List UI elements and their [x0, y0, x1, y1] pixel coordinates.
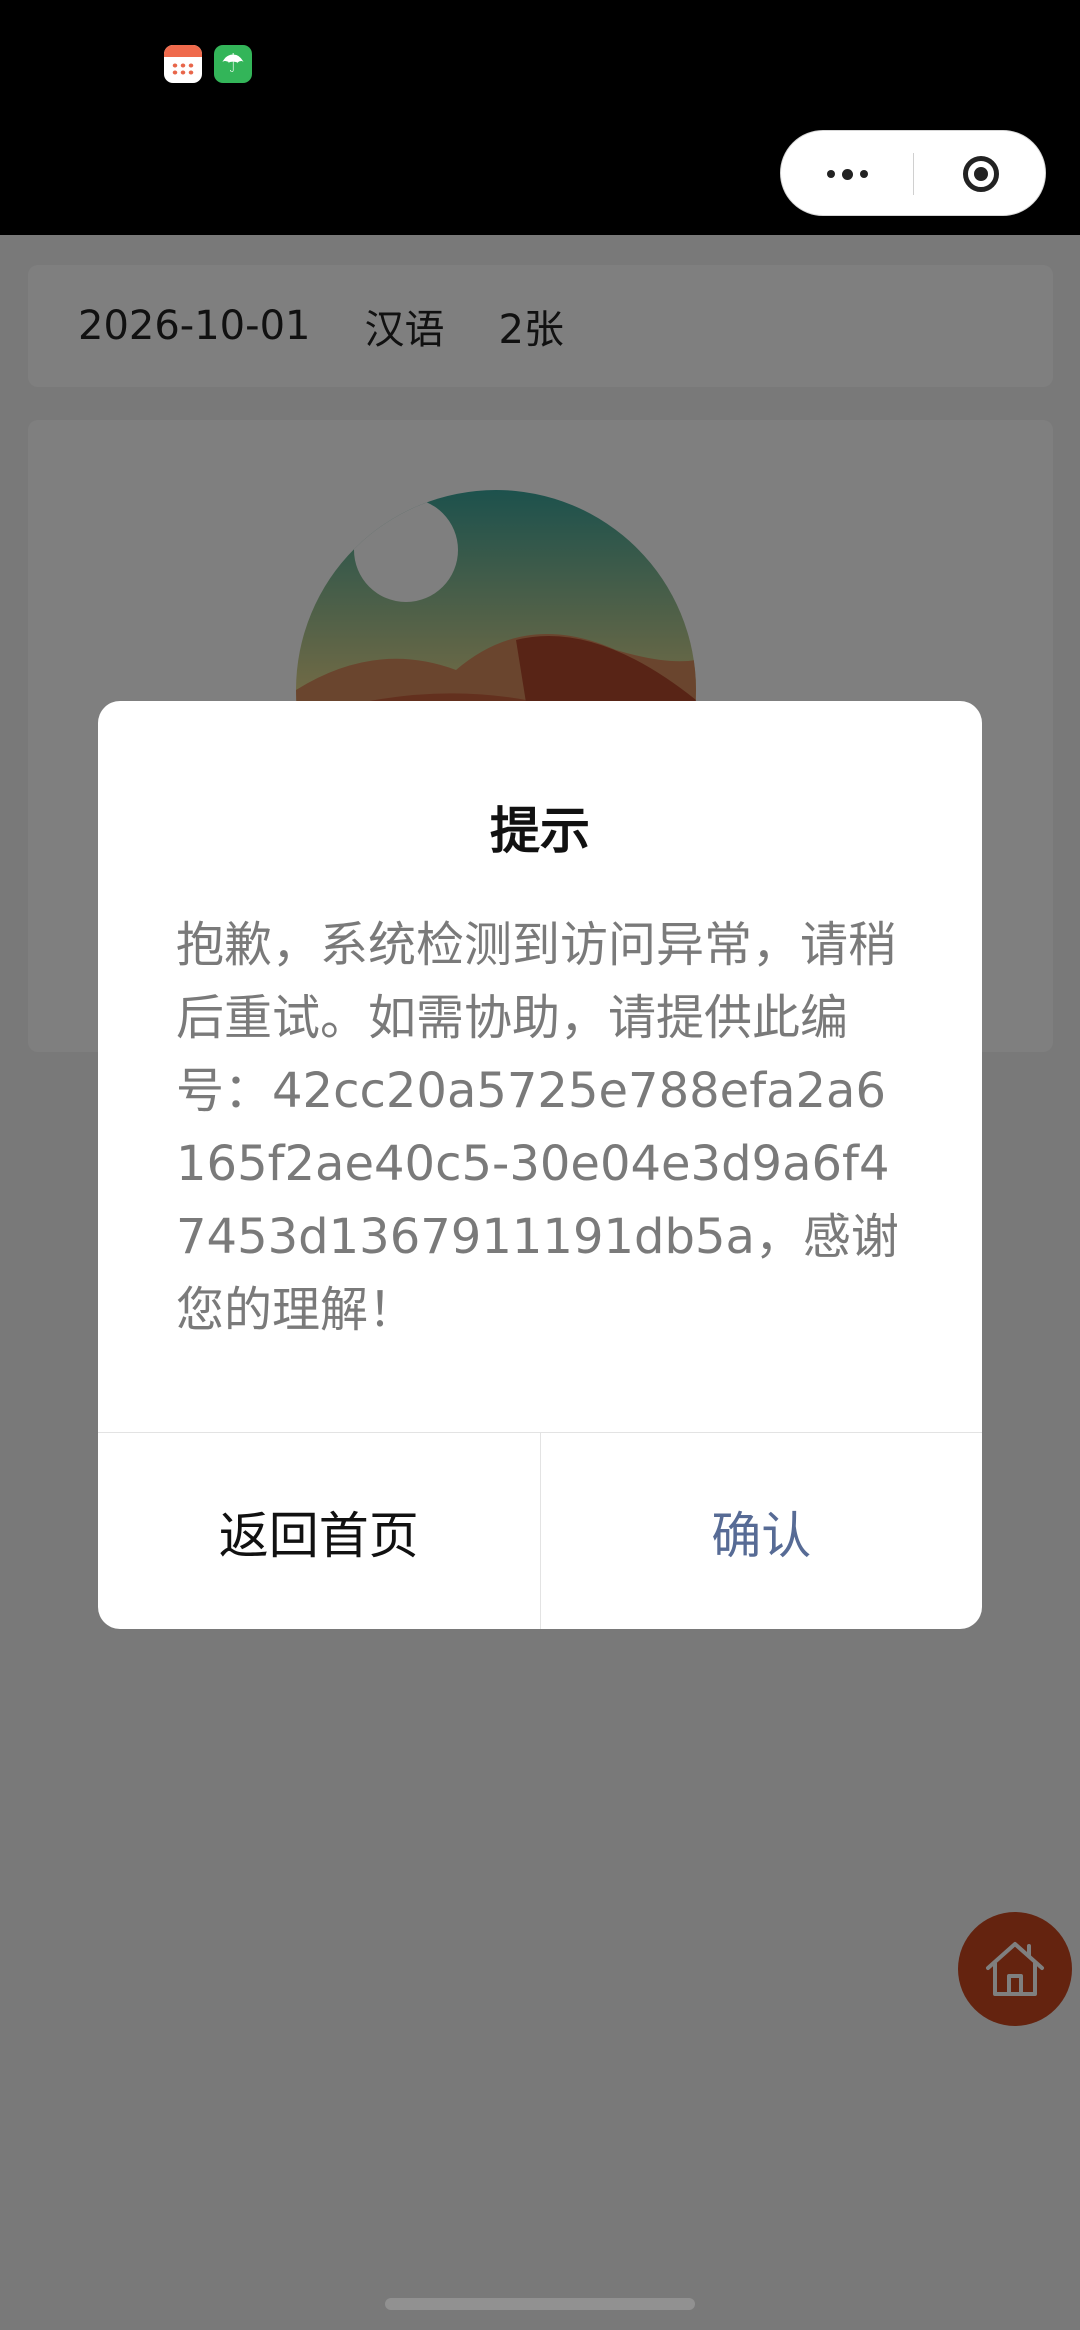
more-dots-icon[interactable]	[781, 131, 913, 217]
alert-dialog: 提示 抱歉，系统检测到访问异常，请稍后重试。如需协助，请提供此编号：42cc20…	[98, 701, 982, 1629]
umbrella-icon: ☂	[214, 45, 252, 83]
confirm-button[interactable]: 确认	[541, 1433, 983, 1629]
status-bar: ☂	[0, 0, 1080, 235]
calendar-app-icon	[164, 45, 202, 83]
dialog-actions: 返回首页 确认	[98, 1432, 982, 1629]
gesture-bar	[385, 2298, 695, 2310]
back-home-button[interactable]: 返回首页	[98, 1433, 541, 1629]
dialog-title: 提示	[490, 802, 590, 860]
mini-program-capsule	[780, 130, 1046, 216]
close-target-icon[interactable]	[914, 131, 1047, 217]
dialog-message: 抱歉，系统检测到访问异常，请稍后重试。如需协助，请提供此编号：42cc20a57…	[176, 917, 899, 1338]
